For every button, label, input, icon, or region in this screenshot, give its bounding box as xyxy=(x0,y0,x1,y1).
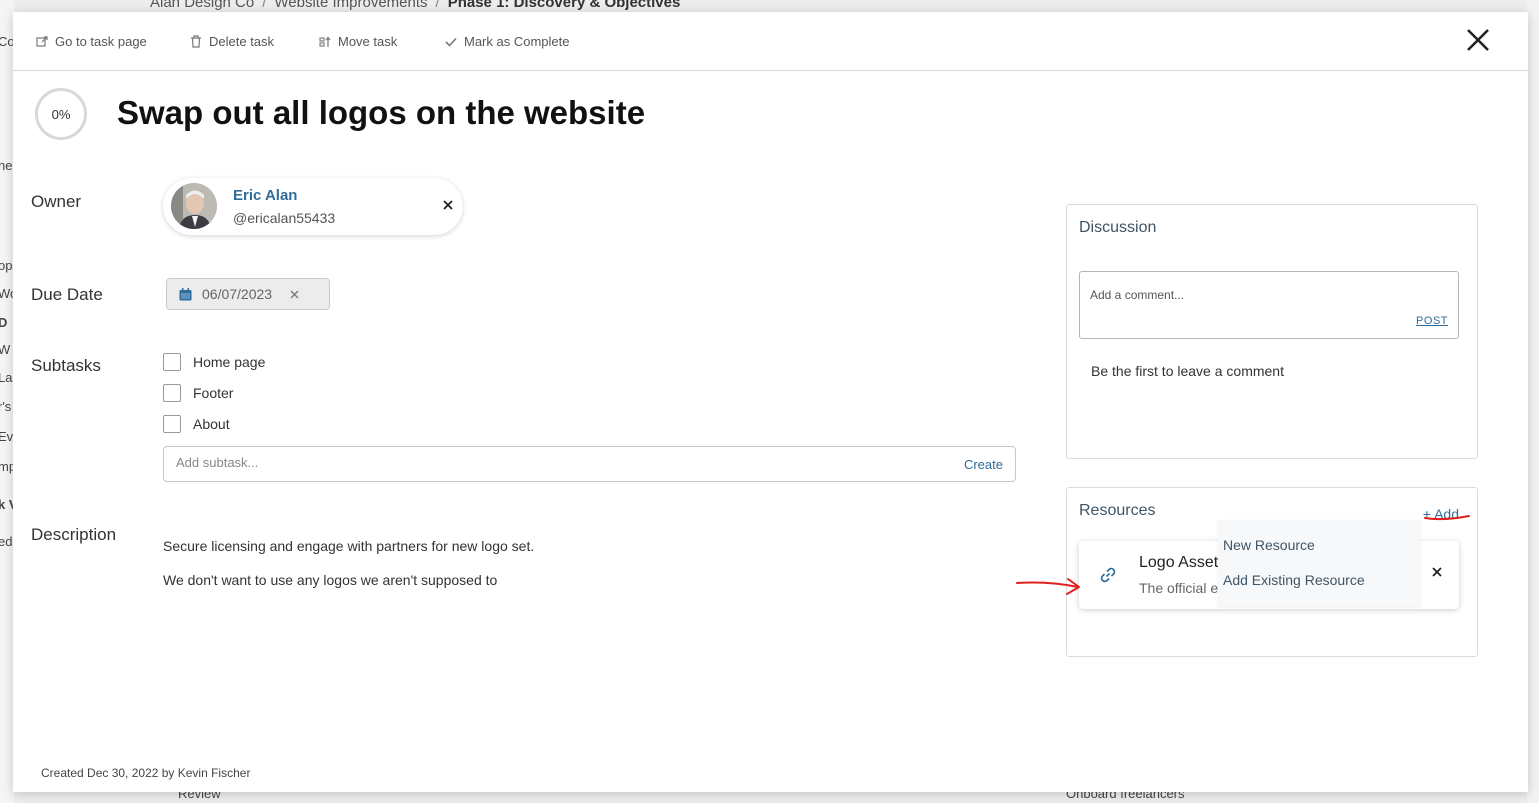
mark-complete-label: Mark as Complete xyxy=(464,34,570,49)
subtask-checkbox[interactable] xyxy=(163,353,181,371)
background-right-strip xyxy=(1527,0,1539,803)
breadcrumb-item[interactable]: Website Improvements xyxy=(274,0,427,11)
add-resource-menu: New Resource Add Existing Resource xyxy=(1218,520,1420,606)
post-comment-button[interactable]: POST xyxy=(1416,315,1448,327)
checkmark-icon xyxy=(444,35,458,49)
subtasks-label: Subtasks xyxy=(31,356,101,375)
task-title[interactable]: Swap out all logos on the website xyxy=(117,94,645,132)
background-text-fragment: Co xyxy=(0,34,14,49)
move-icon xyxy=(318,35,332,49)
breadcrumb-item[interactable]: Phase 1: Discovery & Objectives xyxy=(448,0,681,11)
add-subtask-input[interactable] xyxy=(176,455,876,470)
add-subtask-field: Create xyxy=(163,446,1016,482)
close-icon xyxy=(443,200,453,210)
progress-ring[interactable]: 0% xyxy=(35,88,87,140)
background-text-fragment: r's xyxy=(0,399,12,414)
close-icon xyxy=(290,290,299,299)
description-label: Description xyxy=(31,525,117,544)
subtask-checkbox[interactable] xyxy=(163,384,181,402)
due-date-value: 06/07/2023 xyxy=(202,286,273,302)
breadcrumb-item[interactable]: Alan Design Co xyxy=(150,0,254,11)
created-info: Created Dec 30, 2022 by Kevin Fischer xyxy=(41,766,251,780)
subtask-item: Home page xyxy=(163,353,265,371)
close-icon xyxy=(1432,567,1442,577)
subtask-item: About xyxy=(163,415,230,433)
move-task-button[interactable]: Move task xyxy=(318,34,397,49)
remove-resource-button[interactable] xyxy=(1432,564,1442,582)
background-text-fragment: ed xyxy=(0,534,13,549)
background-text-fragment: l xyxy=(0,133,1,148)
subtask-item: Footer xyxy=(163,384,233,402)
add-resource-button[interactable]: + Add xyxy=(1423,506,1459,522)
avatar xyxy=(171,183,217,229)
description-line[interactable]: We don't want to use any logos we aren't… xyxy=(163,572,497,588)
background-text-fragment: Wo xyxy=(0,286,14,301)
background-text-fragment: mp xyxy=(0,459,14,474)
delete-task-label: Delete task xyxy=(209,34,275,49)
empty-comments-text: Be the first to leave a comment xyxy=(1091,363,1284,379)
background-text-fragment: k V xyxy=(0,497,14,512)
subtask-label[interactable]: Footer xyxy=(193,385,233,401)
due-date-picker[interactable]: 06/07/2023 xyxy=(166,278,330,310)
background-left-list: Co l ne op Wo D W La r's Ev mp k V ed xyxy=(0,0,14,803)
comment-input[interactable] xyxy=(1090,288,1390,312)
background-text-fragment: La xyxy=(0,370,13,385)
trash-icon xyxy=(189,35,203,49)
resources-title: Resources xyxy=(1079,502,1156,519)
calendar-icon xyxy=(179,287,192,300)
menu-item-add-existing-resource[interactable]: Add Existing Resource xyxy=(1223,572,1365,588)
background-text-fragment: Ev xyxy=(0,429,14,444)
resource-title[interactable]: Logo Asset xyxy=(1139,554,1218,572)
go-to-task-page-label: Go to task page xyxy=(55,34,147,49)
subtask-label[interactable]: Home page xyxy=(193,354,265,370)
delete-task-button[interactable]: Delete task xyxy=(189,34,274,49)
owner-chip[interactable]: Eric Alan @ericalan55433 xyxy=(163,178,463,235)
modal-toolbar: Go to task page Delete task Move task Ma… xyxy=(13,12,1528,71)
background-text-fragment: ne xyxy=(0,158,13,173)
close-icon xyxy=(1467,29,1489,51)
background-text-fragment: D xyxy=(0,315,8,330)
task-modal: Go to task page Delete task Move task Ma… xyxy=(13,12,1528,792)
comment-box: POST xyxy=(1079,271,1459,339)
background-text-fragment: W xyxy=(0,342,11,357)
description-line[interactable]: Secure licensing and engage with partner… xyxy=(163,538,534,554)
subtask-checkbox[interactable] xyxy=(163,415,181,433)
move-task-label: Move task xyxy=(338,34,398,49)
close-modal-button[interactable] xyxy=(1466,28,1490,52)
remove-owner-button[interactable] xyxy=(443,197,453,215)
background-breadcrumb: Alan Design Co / Website Improvements / Phas… xyxy=(150,0,680,11)
create-subtask-button[interactable]: Create xyxy=(964,457,1003,472)
mark-complete-button[interactable]: Mark as Complete xyxy=(444,34,569,49)
due-date-label: Due Date xyxy=(31,285,103,304)
link-icon[interactable] xyxy=(1099,566,1117,584)
owner-label: Owner xyxy=(31,192,82,211)
external-link-icon xyxy=(35,35,49,49)
discussion-title: Discussion xyxy=(1079,219,1157,236)
background-text-fragment: op xyxy=(0,258,13,273)
go-to-task-page-button[interactable]: Go to task page xyxy=(35,34,147,49)
owner-handle: @ericalan55433 xyxy=(233,210,336,226)
discussion-panel: Discussion POST Be the first to leave a … xyxy=(1066,204,1478,459)
subtask-label[interactable]: About xyxy=(193,416,230,432)
resource-description: The official e xyxy=(1139,580,1219,596)
clear-due-date-button[interactable] xyxy=(290,286,299,302)
owner-name[interactable]: Eric Alan xyxy=(233,187,297,204)
menu-item-new-resource[interactable]: New Resource xyxy=(1223,537,1315,553)
